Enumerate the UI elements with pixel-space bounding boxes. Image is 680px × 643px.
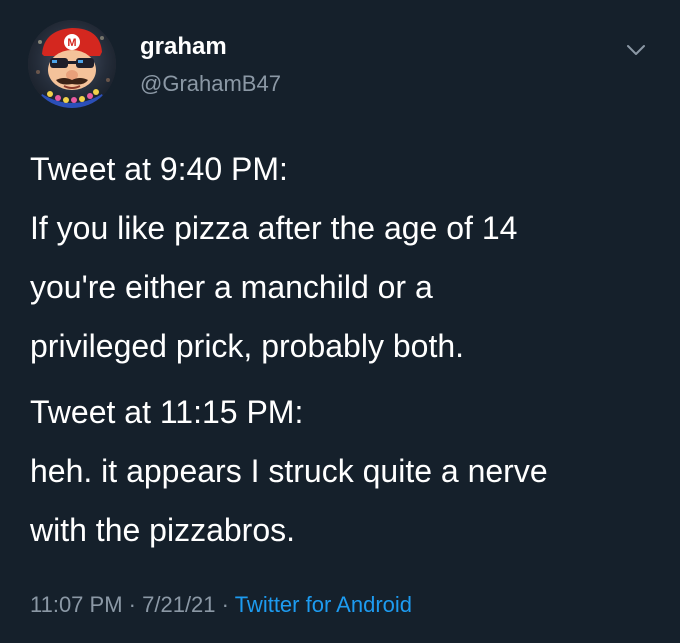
tweet-line: privileged prick, probably both. (30, 328, 465, 364)
tweet-line: Tweet at 9:40 PM: (30, 151, 288, 187)
tweet-meta: 11:07 PM · 7/21/21 · Twitter for Android (30, 588, 412, 622)
tweet-line: heh. it appears I struck quite a nerve (30, 453, 548, 489)
tweet-card: M graham @GrahamB47 Tweet at 9:40 PM: If… (0, 0, 680, 643)
user-handle[interactable]: @GrahamB47 (140, 71, 281, 97)
profile-avatar[interactable]: M (28, 20, 116, 108)
mario-avatar-image: M (28, 20, 116, 108)
chevron-down-icon[interactable] (624, 38, 648, 62)
tweet-line: with the pizzabros. (30, 512, 296, 548)
tweet-line: you're either a manchild or a (30, 269, 433, 305)
svg-text:M: M (67, 37, 76, 49)
tweet-source-link[interactable]: Twitter for Android (235, 592, 412, 617)
meta-separator: · (221, 592, 229, 617)
tweet-line: Tweet at 11:15 PM: (30, 394, 304, 430)
meta-separator: · (128, 592, 136, 617)
tweet-line: If you like pizza after the age of 14 (30, 210, 518, 246)
display-name[interactable]: graham (140, 33, 227, 61)
tweet-text: Tweet at 9:40 PM: If you like pizza afte… (30, 140, 660, 560)
tweet-date[interactable]: 7/21/21 (142, 592, 215, 617)
tweet-time[interactable]: 11:07 PM (30, 592, 123, 617)
